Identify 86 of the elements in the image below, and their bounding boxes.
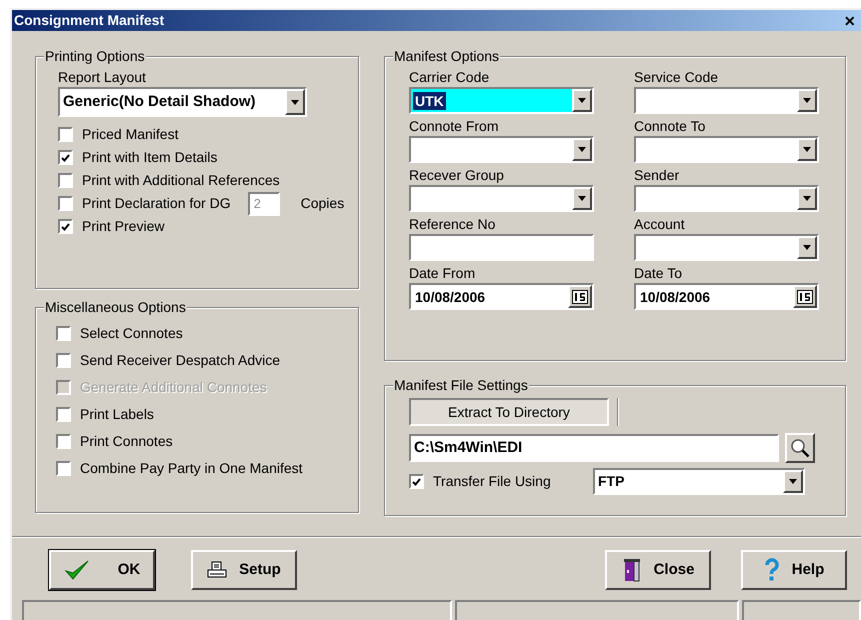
dropdown-button[interactable] (572, 187, 592, 210)
dropdown-button[interactable] (797, 187, 817, 210)
checkbox-label: Print with Additional References (82, 171, 280, 190)
checkbox[interactable] (58, 127, 73, 142)
dropdown-button[interactable] (797, 138, 817, 161)
extract-directory-tab[interactable]: Extract To Directory (409, 398, 609, 426)
caret-icon (578, 98, 586, 103)
close-button[interactable]: × (844, 12, 855, 30)
checkmark-icon (61, 222, 70, 230)
caret-icon (578, 196, 586, 201)
field-label: Date From (409, 264, 476, 283)
calendar-icon[interactable] (797, 290, 813, 304)
combo-box[interactable] (634, 136, 819, 163)
checkbox[interactable] (56, 353, 71, 368)
field-value: 10/08/2006 (414, 288, 486, 306)
field-label: Carrier Code (409, 68, 490, 87)
caret-icon (789, 479, 797, 484)
search-button[interactable] (785, 433, 815, 463)
copies-label: Copies (300, 194, 344, 213)
date-field[interactable]: 10/08/2006 (634, 283, 819, 310)
field-label: Service Code (634, 68, 720, 87)
caret-icon (803, 98, 811, 103)
combo-box[interactable] (634, 185, 819, 212)
combo-box[interactable] (409, 185, 594, 212)
caret-icon (578, 147, 586, 152)
checkmark-icon (64, 559, 90, 581)
field-label: Sender (634, 166, 680, 185)
setup-button[interactable]: Setup (191, 550, 297, 590)
checkbox[interactable] (56, 461, 71, 476)
field-label: Connote From (409, 117, 500, 136)
checkbox[interactable] (58, 150, 73, 165)
combo-box[interactable] (409, 136, 594, 163)
checkbox-label: Print Labels (80, 405, 154, 424)
dropdown-button[interactable] (572, 89, 592, 112)
checkbox[interactable] (409, 474, 424, 489)
checkbox[interactable] (56, 407, 71, 422)
field-label: Connote To (634, 117, 706, 136)
ok-button[interactable]: OK (49, 550, 155, 590)
checkbox[interactable] (58, 219, 73, 234)
dropdown-button[interactable] (572, 138, 592, 161)
help-button[interactable]: Help (741, 550, 847, 590)
window-title: Consignment Manifest (14, 11, 164, 30)
dropdown-button[interactable] (797, 236, 817, 259)
checkbox[interactable] (56, 326, 71, 341)
checkbox-label: Print with Item Details (82, 148, 218, 167)
dropdown-button[interactable] (783, 470, 803, 493)
checkbox-label: Priced Manifest (82, 125, 178, 144)
field-label: Reference No (409, 215, 496, 234)
combo-box[interactable]: Generic(No Detail Shadow) (58, 87, 307, 117)
close-button[interactable]: Close (605, 550, 711, 590)
checkbox-label: Send Receiver Despatch Advice (80, 351, 280, 370)
caret-icon (291, 100, 299, 104)
printer-icon (207, 561, 228, 579)
checkmark-icon (61, 154, 70, 162)
checkbox-label: Print Preview (82, 217, 164, 236)
dropdown-button[interactable] (285, 89, 305, 115)
input-field[interactable] (409, 234, 594, 261)
caret-icon (803, 196, 811, 201)
combo-box[interactable] (634, 87, 819, 114)
checkbox-label: Combine Pay Party in One Manifest (80, 459, 303, 478)
directory-field[interactable]: C:\Sm4Win\EDI (409, 434, 779, 462)
caret-icon (803, 147, 811, 152)
checkbox-label: Transfer File Using (433, 472, 552, 491)
checkbox-label: Print Declaration for DG (82, 194, 231, 213)
search-icon (790, 438, 810, 458)
combo-box[interactable] (634, 234, 819, 261)
field-label: Report Layout (58, 68, 147, 87)
field-label: Date To (634, 264, 683, 283)
field-label: Account (634, 215, 686, 234)
checkbox[interactable] (58, 173, 73, 188)
calendar-icon[interactable] (572, 290, 588, 304)
checkbox-label: Select Connotes (80, 324, 183, 343)
date-field[interactable]: 10/08/2006 (409, 283, 594, 310)
question-mark-icon (764, 558, 780, 582)
caret-icon (803, 245, 811, 250)
checkmark-icon (412, 478, 421, 486)
field-label: Recever Group (409, 166, 505, 185)
field-value: 10/08/2006 (639, 288, 712, 306)
checkbox-label: Print Connotes (80, 432, 173, 451)
door-icon (622, 558, 642, 582)
combo-box[interactable]: UTK (409, 87, 594, 114)
dropdown-button[interactable] (797, 89, 817, 112)
checkbox[interactable] (56, 434, 71, 449)
field-value: UTK (413, 92, 446, 110)
combo-box[interactable]: FTP (593, 468, 805, 495)
checkbox[interactable] (58, 196, 73, 211)
